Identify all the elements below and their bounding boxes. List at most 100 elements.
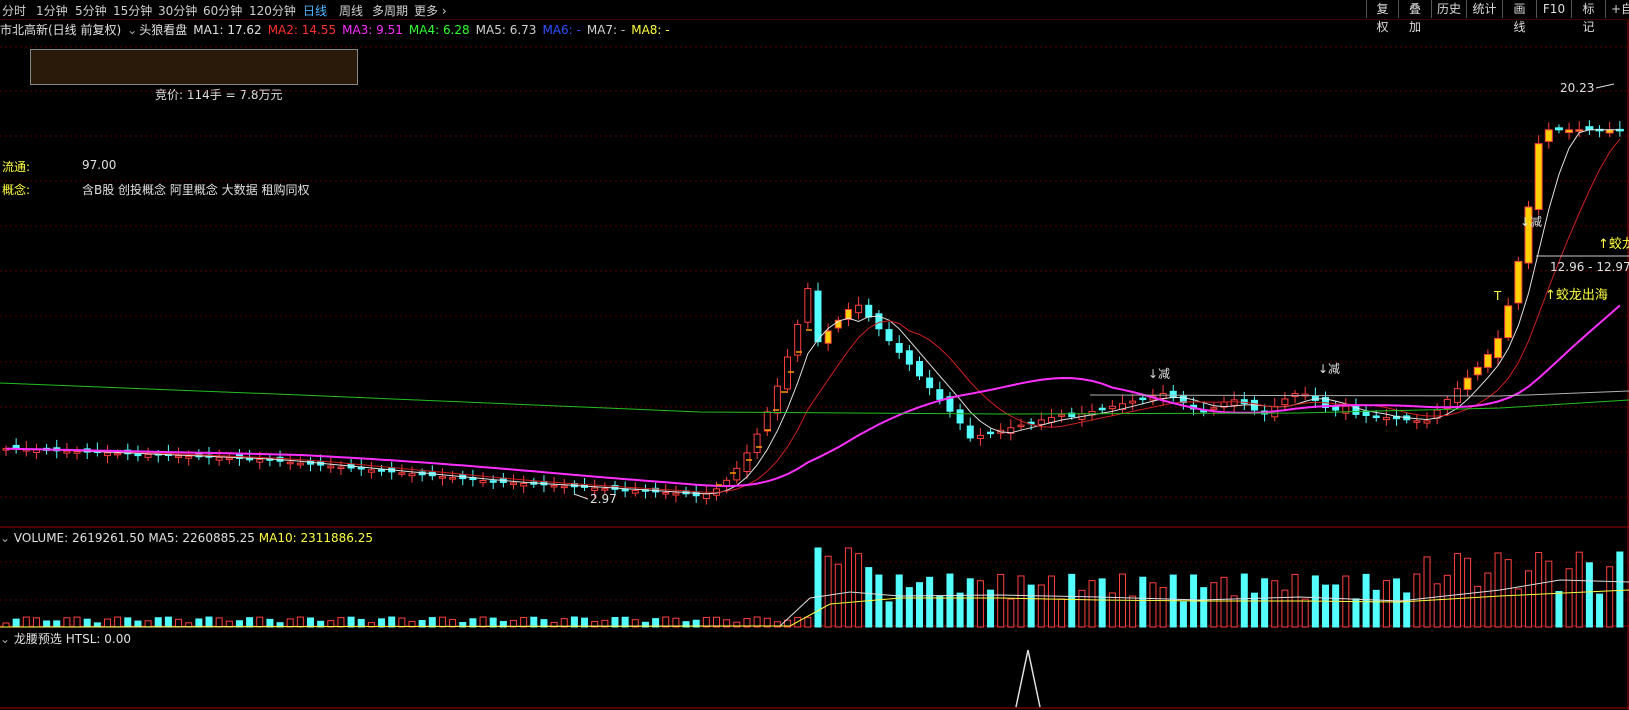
volume-bar — [834, 563, 842, 628]
volume-bar — [976, 580, 984, 628]
candle-body — [966, 425, 974, 439]
candle-body — [1504, 305, 1513, 339]
candle-body — [773, 385, 781, 414]
candle-body — [520, 483, 528, 487]
volume-bar — [1179, 601, 1187, 628]
volume-bar — [398, 617, 406, 628]
volume-bar — [1261, 578, 1269, 628]
volume-bar — [1596, 593, 1604, 628]
candle-body — [1139, 397, 1147, 401]
volume-bar — [73, 616, 81, 628]
volume-bar — [144, 620, 152, 628]
volume-bar — [347, 616, 355, 628]
volume-bar — [1017, 575, 1025, 628]
candle-body — [378, 469, 386, 472]
volume-bar — [844, 547, 852, 628]
volume-bar — [1047, 575, 1055, 628]
kline-chart[interactable]: 20.23 2.97 12.96 - 12.97 ↑蛟龙出海 ↑蛟龙出 ↓减 ↓减 ↓减 T — [0, 0, 1629, 710]
volume-bar — [520, 617, 528, 628]
candle-body — [337, 466, 345, 470]
volume-bar — [1403, 592, 1411, 628]
volume-bar — [895, 574, 903, 628]
volume-ma10: MA10: 2311886.25 — [258, 531, 373, 545]
candle-body — [865, 304, 873, 318]
volume-bar — [235, 620, 243, 628]
reduce-signal-3: ↓减 — [1520, 215, 1542, 229]
candle-body — [1565, 129, 1574, 134]
volume-bar — [1058, 598, 1066, 628]
candle-body — [1514, 260, 1523, 304]
volume-bar — [1139, 576, 1147, 628]
volume-header: ⌄ VOLUME: 2619261.50 MA5: 2260885.25 MA1… — [0, 531, 373, 545]
candle-body — [73, 451, 81, 454]
volume-bar — [256, 616, 264, 628]
volume-bar — [1149, 582, 1157, 628]
volume-bar — [936, 595, 944, 628]
candle-body — [905, 350, 913, 365]
volume-bar — [1027, 584, 1035, 628]
candle-body — [723, 479, 731, 487]
volume-bar — [875, 574, 883, 628]
volume-bar — [12, 618, 20, 628]
volume-bar — [570, 616, 578, 628]
volume-bar — [1535, 552, 1543, 628]
volume-bar — [43, 620, 51, 628]
candle-body — [1544, 129, 1553, 142]
volume-bar — [154, 617, 162, 628]
volume-bar — [164, 616, 172, 628]
volume-bar — [1352, 598, 1360, 628]
candle-body — [256, 458, 264, 463]
candle-body — [1423, 420, 1431, 424]
indicator2-collapse-icon[interactable]: ⌄ — [0, 632, 10, 646]
volume-bar — [916, 582, 923, 628]
volume-bar — [824, 555, 832, 628]
candle-body — [895, 343, 903, 353]
candle-body — [804, 288, 812, 323]
candle-body — [916, 361, 923, 377]
volume-bar — [1271, 580, 1279, 628]
candles — [2, 120, 1624, 505]
candle-body — [367, 469, 375, 473]
volume-bar — [966, 578, 974, 628]
candle-body — [621, 488, 629, 492]
volume-bar — [560, 618, 568, 628]
volume-label: VOLUME: 2619261.50 — [13, 531, 145, 545]
volume-bar — [621, 616, 629, 628]
volume-bar — [195, 618, 203, 628]
candle-body — [1473, 366, 1482, 376]
candle-body — [591, 487, 599, 491]
candle-body — [510, 482, 517, 485]
candle-body — [1372, 415, 1380, 418]
candle-body — [489, 480, 497, 483]
volume-bar — [22, 616, 30, 628]
candle-body — [1382, 417, 1390, 421]
candle-body — [114, 452, 122, 456]
volume-bar — [1088, 580, 1096, 628]
volume-bar — [1220, 576, 1228, 628]
volume-bar — [1210, 582, 1218, 628]
volume-bar — [1159, 586, 1167, 628]
volume-bar — [225, 620, 233, 628]
candle-body — [1210, 407, 1218, 410]
candle-body — [733, 467, 741, 481]
candle-body — [763, 411, 771, 432]
candle-body — [550, 484, 558, 488]
candle-body — [296, 462, 304, 466]
volume-bar — [266, 618, 274, 628]
volume-bar — [987, 589, 995, 628]
volume-bar — [1037, 584, 1045, 628]
volume-bar — [215, 617, 223, 628]
volume-bar — [1007, 598, 1015, 628]
volume-collapse-icon[interactable]: ⌄ — [0, 531, 10, 545]
candle-body — [753, 433, 761, 453]
candle-body — [1483, 353, 1492, 368]
volume-bar — [713, 616, 720, 628]
indicator2-header: ⌄ 龙腰预选 HTSL: 0.00 — [0, 630, 131, 647]
candle-body — [185, 455, 193, 459]
volume-bar — [1433, 583, 1441, 628]
range-label: 12.96 - 12.97 — [1550, 260, 1629, 274]
volume-bar — [1585, 562, 1593, 628]
volume-bar — [479, 616, 487, 628]
high-price-pointer — [1595, 83, 1615, 89]
candle-body — [631, 490, 639, 494]
